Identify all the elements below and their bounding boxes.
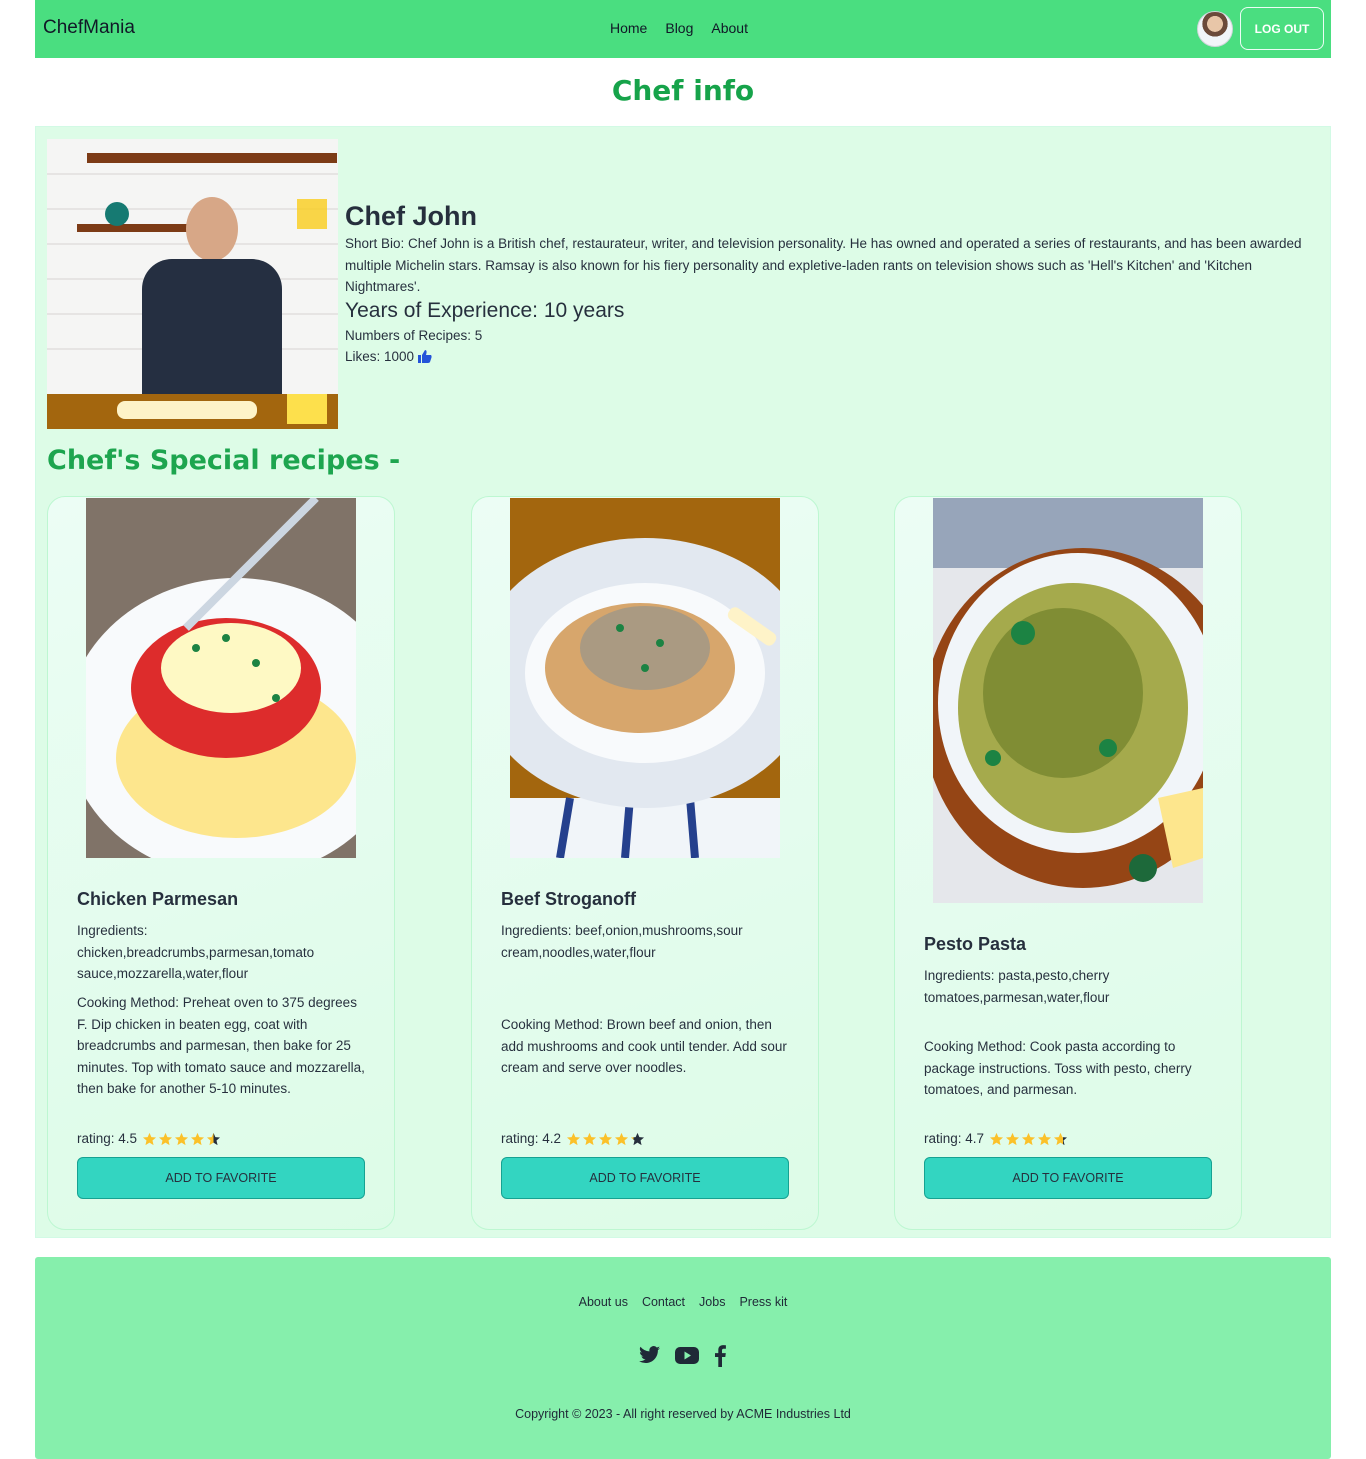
star-icon [631,1132,645,1145]
recipe-method: Cooking Method: Brown beef and onion, th… [501,1017,787,1075]
footer-link-press-kit[interactable]: Press kit [739,1295,787,1309]
star-icon [191,1132,205,1145]
nav-home[interactable]: Home [610,20,647,36]
chicken-parmesan-illustration [86,498,356,858]
star-rating [989,1132,1068,1146]
recipe-card: Pesto Pasta Ingredients: pasta,pesto,che… [894,496,1242,1230]
recipe-title: Beef Stroganoff [501,889,636,909]
copyright-text: Copyright © 2023 - All right reserved by… [515,1407,851,1421]
facebook-icon[interactable] [713,1345,727,1367]
chef-photo [47,139,338,429]
recipe-rating: rating: 4.5 [77,1131,221,1146]
main-nav: Home Blog About [610,20,748,36]
chef-recipe-count: Numbers of Recipes: 5 [345,328,483,343]
star-icon [1038,1132,1052,1145]
add-to-favorite-button[interactable]: ADD TO FAVORITE [77,1157,365,1199]
chef-info-panel: Chef John Short Bio: Chef John is a Brit… [35,126,1331,1238]
chef-experience: Years of Experience: 10 years [345,299,625,322]
recipe-title: Chicken Parmesan [77,889,239,909]
star-rating [566,1132,645,1146]
recipe-method: Cooking Method: Cook pasta according to … [924,1039,1192,1097]
nav-about[interactable]: About [711,20,748,36]
recipe-ingredients: Ingredients: beef,onion,mushrooms,sour c… [501,923,743,960]
chef-likes-label: Likes: 1000 [345,349,415,364]
star-icon [615,1132,629,1145]
star-icon [175,1132,189,1145]
page-footer: About us Contact Jobs Press kit Copyrigh… [35,1257,1331,1459]
special-recipes-title: Chef's Special recipes - [47,445,401,476]
nav-blog[interactable]: Blog [665,20,693,36]
recipe-image [510,498,780,858]
star-icon [1022,1132,1036,1145]
twitter-icon[interactable] [639,1345,661,1365]
recipe-rating: rating: 4.7 [924,1131,1068,1146]
beef-stroganoff-illustration [510,498,780,858]
rating-label: rating: 4.2 [501,1131,562,1146]
social-icons [35,1345,1331,1367]
recipe-method: Cooking Method: Preheat oven to 375 degr… [77,995,365,1096]
user-avatar[interactable] [1197,11,1233,47]
recipe-card: Chicken Parmesan Ingredients: chicken,br… [47,496,395,1230]
add-to-favorite-button[interactable]: ADD TO FAVORITE [501,1157,789,1199]
pesto-pasta-illustration [933,498,1203,903]
footer-link-contact[interactable]: Contact [642,1295,685,1309]
recipe-ingredients: Ingredients: pasta,pesto,cherry tomatoes… [924,968,1110,1005]
star-icon [567,1132,581,1145]
footer-link-about[interactable]: About us [579,1295,628,1309]
footer-link-jobs[interactable]: Jobs [699,1295,725,1309]
recipe-ingredients: Ingredients: chicken,breadcrumbs,parmesa… [77,923,315,981]
page-title: Chef info [611,74,755,107]
star-icon [143,1132,157,1145]
rating-label: rating: 4.7 [924,1131,985,1146]
chef-likes: Likes: 1000 [345,349,432,364]
chef-photo-illustration [47,139,338,429]
add-to-favorite-button[interactable]: ADD TO FAVORITE [924,1157,1212,1199]
top-navbar: ChefMania Home Blog About LOG OUT [35,0,1331,58]
star-icon [583,1132,597,1145]
star-icon [1006,1132,1020,1145]
brand-logo[interactable]: ChefMania [43,17,135,39]
star-icon [599,1132,613,1145]
footer-links: About us Contact Jobs Press kit [35,1295,1331,1309]
chef-bio: Short Bio: Chef John is a British chef, … [345,236,1302,294]
chef-name: Chef John [345,201,477,231]
youtube-icon[interactable] [675,1345,699,1365]
star-icon [990,1132,1004,1145]
recipe-title: Pesto Pasta [924,934,1027,954]
thumbs-up-icon[interactable] [418,350,432,363]
recipe-card: Beef Stroganoff Ingredients: beef,onion,… [471,496,819,1230]
star-icon [159,1132,173,1145]
logout-button[interactable]: LOG OUT [1240,7,1324,50]
star-rating [142,1132,221,1146]
recipe-rating: rating: 4.2 [501,1131,645,1146]
recipe-image [933,498,1203,903]
star-icon [1054,1132,1068,1145]
star-icon [207,1132,221,1145]
recipe-image [86,498,356,858]
rating-label: rating: 4.5 [77,1131,138,1146]
